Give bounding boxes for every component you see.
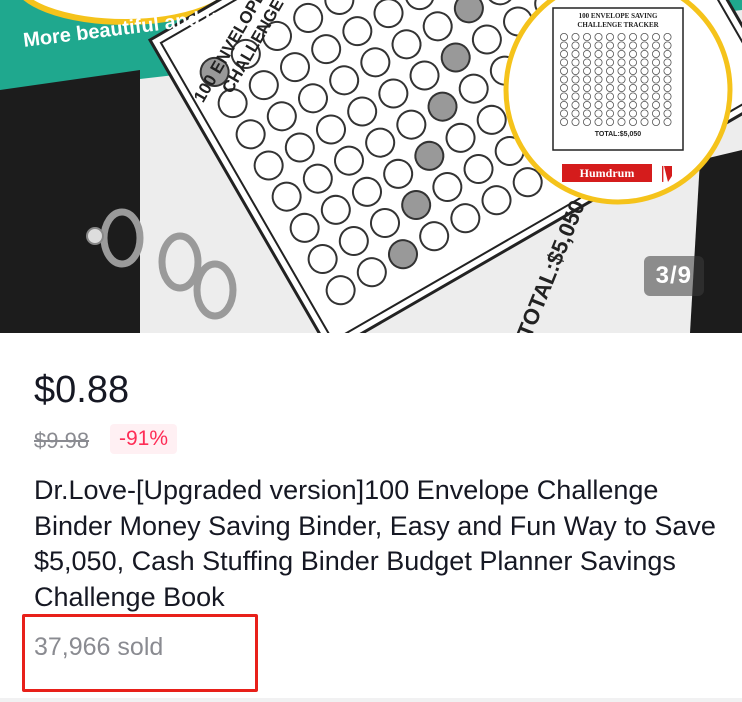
current-price: $0.88 <box>34 369 130 411</box>
product-info: $0.88 $9.98 -91% Dr.Love-[Upgraded versi… <box>0 333 742 702</box>
inset-title: 100 ENVELOPE SAVING CHALLENGE TRACKER <box>553 12 683 30</box>
thumbs-down-icon: ❘ <box>656 163 670 182</box>
product-title: Dr.Love-[Upgraded version]100 Envelope C… <box>34 475 716 612</box>
inset-title-line1: 100 ENVELOPE SAVING <box>578 12 658 20</box>
original-price: $9.98 <box>34 428 90 453</box>
carousel-page-counter: 3/9 <box>643 256 704 296</box>
inset-title-line2: CHALLENGE TRACKER <box>577 21 659 29</box>
sold-count-highlight <box>22 614 258 692</box>
discount-badge: -91% <box>110 424 178 454</box>
inset-total: TOTAL:$5,050 <box>594 131 642 138</box>
bottom-divider <box>0 698 742 702</box>
inset-badge: Humdrum <box>579 166 635 180</box>
product-image-carousel[interactable]: More beautiful and unique 100 ENVELOPE S… <box>0 0 742 333</box>
